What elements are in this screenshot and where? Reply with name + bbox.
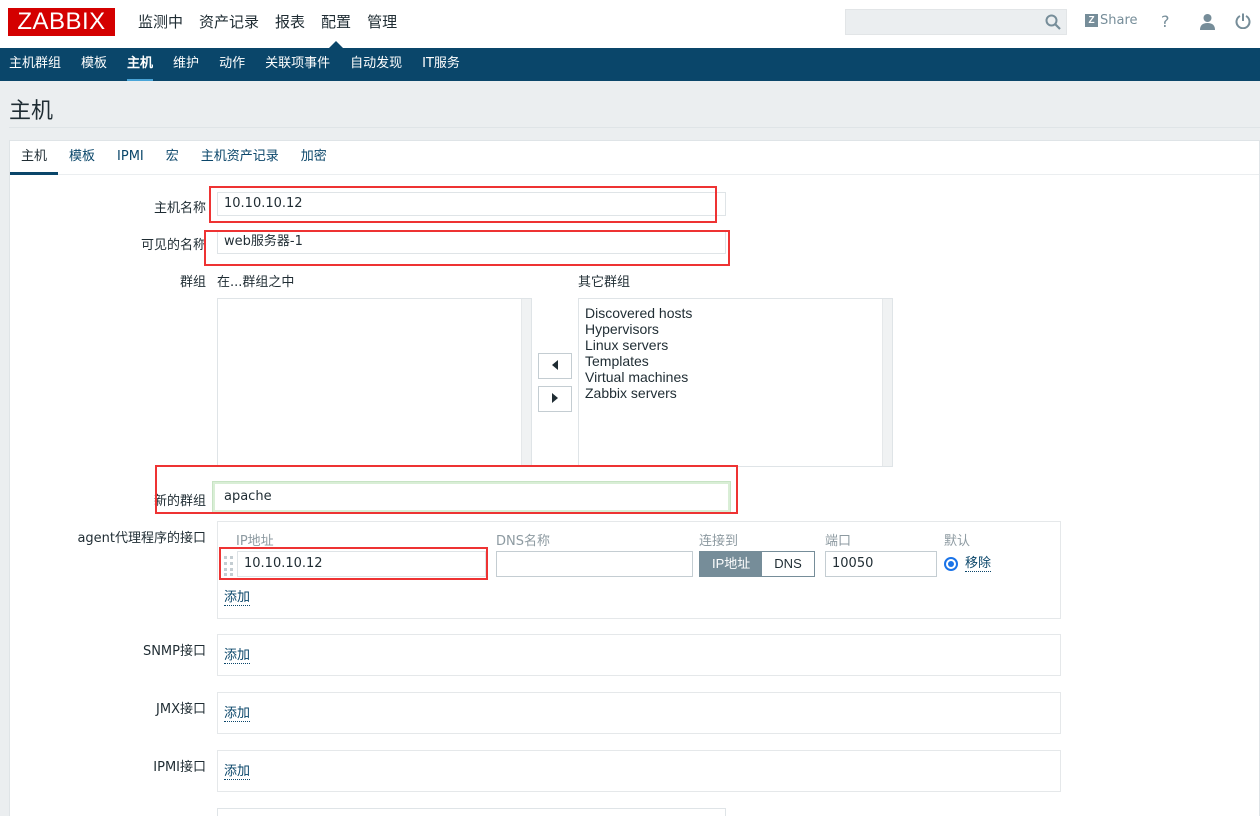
sub-nav-it-services[interactable]: IT服务	[412, 48, 470, 81]
connect-ip-button[interactable]: IP地址	[700, 552, 763, 576]
agent-interface-label: agent代理程序的接口	[77, 531, 206, 546]
main-nav-monitoring[interactable]: 监测中	[130, 0, 191, 48]
scrollbar[interactable]	[882, 299, 892, 466]
host-name-label: 主机名称	[153, 201, 206, 216]
list-item[interactable]: Hypervisors	[579, 321, 892, 337]
help-icon[interactable]: ?	[1161, 12, 1170, 31]
logout-icon[interactable]	[1235, 13, 1251, 29]
agent-ip-input[interactable]: 10.10.10.12	[237, 551, 486, 577]
list-item[interactable]: Zabbix servers	[579, 385, 892, 401]
sub-nav-host-groups[interactable]: 主机群组	[0, 48, 71, 81]
share-z-icon: Z	[1085, 14, 1098, 27]
main-nav-inventory[interactable]: 资产记录	[191, 0, 267, 48]
remove-interface-link[interactable]: 移除	[965, 557, 992, 572]
sub-nav: 主机群组 模板 主机 维护 动作 关联项事件 自动发现 IT服务	[0, 48, 1260, 81]
sub-nav-correlation[interactable]: 关联项事件	[255, 48, 340, 81]
agent-port-input[interactable]: 10050	[825, 551, 937, 577]
arrow-left-icon	[552, 360, 558, 370]
search-input[interactable]	[845, 9, 1067, 35]
port-column-header: 端口	[825, 534, 852, 549]
default-column-header: 默认	[944, 534, 971, 549]
connect-dns-button[interactable]: DNS	[762, 552, 814, 576]
main-nav-administration[interactable]: 管理	[359, 0, 405, 48]
groups-label: 群组	[179, 275, 206, 290]
host-form-card: 主机 模板 IPMI 宏 主机资产记录 加密 主机名称 10.10.10.12 …	[9, 140, 1260, 816]
move-right-button[interactable]	[538, 386, 572, 412]
search-icon[interactable]	[1044, 13, 1062, 31]
user-icon[interactable]	[1199, 13, 1216, 30]
tab-host[interactable]: 主机	[10, 141, 59, 175]
main-nav-reports[interactable]: 报表	[267, 0, 313, 48]
new-group-label: 新的群组	[153, 494, 206, 509]
list-item[interactable]: Templates	[579, 353, 892, 369]
share-label: Share	[1100, 13, 1138, 28]
main-nav-configuration[interactable]: 配置	[313, 0, 359, 48]
ip-column-header: IP地址	[236, 534, 274, 549]
top-header: ZABBIX 监测中 资产记录 报表 配置 管理 Z Share ?	[0, 0, 1260, 48]
sub-nav-maintenance[interactable]: 维护	[163, 48, 209, 81]
in-groups-label: 在...群组之中	[217, 275, 295, 290]
connect-column-header: 连接到	[699, 534, 739, 549]
move-left-button[interactable]	[538, 353, 572, 379]
sub-nav-actions[interactable]: 动作	[209, 48, 255, 81]
tab-ipmi[interactable]: IPMI	[106, 141, 155, 174]
ipmi-interface-panel	[217, 750, 1061, 792]
drag-handle-icon[interactable]	[222, 551, 234, 577]
new-group-input[interactable]: apache	[212, 481, 731, 513]
add-ipmi-interface-link[interactable]: 添加	[224, 765, 251, 780]
dns-column-header: DNS名称	[496, 534, 550, 549]
list-item[interactable]: Discovered hosts	[579, 305, 892, 321]
tab-templates[interactable]: 模板	[58, 141, 106, 174]
snmp-interface-label: SNMP接口	[142, 644, 206, 659]
list-item[interactable]: Virtual machines	[579, 369, 892, 385]
sub-nav-templates[interactable]: 模板	[71, 48, 117, 81]
in-groups-list[interactable]	[217, 298, 532, 467]
other-groups-label: 其它群组	[578, 275, 631, 290]
other-groups-list[interactable]: Discovered hosts Hypervisors Linux serve…	[578, 298, 893, 467]
add-snmp-interface-link[interactable]: 添加	[224, 649, 251, 664]
visible-name-input[interactable]: web服务器-1	[217, 230, 726, 254]
sub-nav-hosts[interactable]: 主机	[117, 48, 163, 81]
add-agent-interface-link[interactable]: 添加	[224, 591, 251, 606]
description-textarea[interactable]	[217, 808, 726, 816]
page-title: 主机	[9, 99, 54, 124]
jmx-interface-label: JMX接口	[156, 702, 206, 717]
snmp-interface-panel	[217, 634, 1061, 676]
title-divider	[9, 127, 1260, 128]
ipmi-interface-label: IPMI接口	[153, 760, 206, 775]
list-item[interactable]: Linux servers	[579, 337, 892, 353]
add-jmx-interface-link[interactable]: 添加	[224, 707, 251, 722]
agent-dns-input[interactable]	[496, 551, 693, 577]
connect-to-toggle: IP地址 DNS	[699, 551, 815, 577]
share-link[interactable]: Z Share	[1085, 13, 1138, 28]
default-interface-radio[interactable]	[944, 557, 958, 571]
host-name-input[interactable]: 10.10.10.12	[217, 192, 726, 216]
zabbix-logo[interactable]: ZABBIX	[8, 8, 115, 36]
arrow-right-icon	[552, 393, 558, 403]
scrollbar[interactable]	[521, 299, 531, 466]
sub-nav-discovery[interactable]: 自动发现	[340, 48, 412, 81]
main-nav: 监测中 资产记录 报表 配置 管理	[130, 0, 405, 48]
jmx-interface-panel	[217, 692, 1061, 734]
tab-macros[interactable]: 宏	[155, 141, 190, 174]
visible-name-label: 可见的名称	[140, 238, 206, 253]
form-tabs: 主机 模板 IPMI 宏 主机资产记录 加密	[10, 141, 1259, 175]
tab-inventory[interactable]: 主机资产记录	[190, 141, 290, 174]
tab-encryption[interactable]: 加密	[290, 141, 338, 174]
